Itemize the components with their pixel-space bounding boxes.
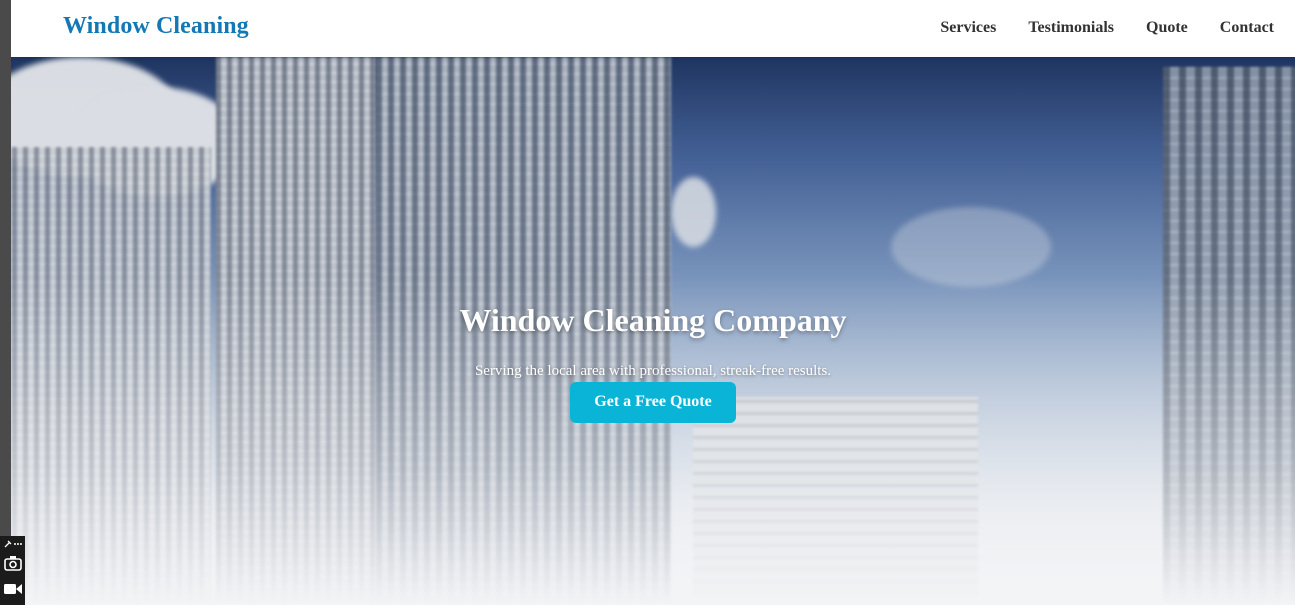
edit-more-icon[interactable] — [0, 538, 25, 550]
brand-logo[interactable]: Window Cleaning — [63, 13, 249, 40]
nav-item-services[interactable]: Services — [940, 19, 996, 37]
nav-item-quote[interactable]: Quote — [1146, 19, 1188, 37]
main-nav: Services Testimonials Quote Contact — [940, 19, 1274, 37]
camera-icon[interactable] — [0, 554, 25, 574]
get-free-quote-button[interactable]: Get a Free Quote — [570, 382, 736, 423]
hero-title: Window Cleaning Company — [459, 302, 847, 338]
floating-capture-toolbar — [0, 536, 25, 605]
site-header: Window Cleaning Services Testimonials Qu… — [11, 0, 1295, 57]
hero-subtitle: Serving the local area with professional… — [474, 363, 832, 379]
nav-item-testimonials[interactable]: Testimonials — [1028, 19, 1114, 37]
nav-item-contact[interactable]: Contact — [1220, 19, 1274, 37]
browser-frame: Window Cleaning Services Testimonials Qu… — [0, 0, 1295, 605]
page: Window Cleaning Services Testimonials Qu… — [11, 0, 1295, 605]
video-camera-icon[interactable] — [0, 581, 25, 601]
hero-content: Window Cleaning Company Serving the loca… — [11, 302, 1295, 423]
hero-section: Window Cleaning Company Serving the loca… — [11, 57, 1295, 605]
